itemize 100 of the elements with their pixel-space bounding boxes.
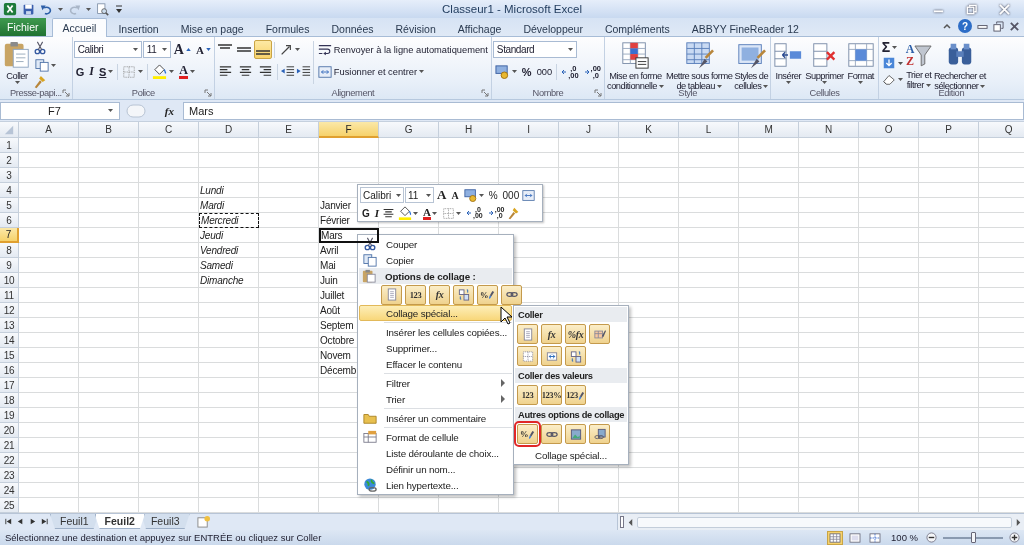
row-header[interactable]: 4 xyxy=(0,183,19,198)
column-header[interactable]: H xyxy=(439,122,499,138)
ribbon-tab[interactable]: Mise en page xyxy=(169,19,255,37)
column-header[interactable]: A xyxy=(19,122,79,138)
autosum-button[interactable]: Σ xyxy=(879,39,905,55)
shrink-font-button[interactable]: A xyxy=(193,39,213,60)
menu-item[interactable]: Insérer les cellules copiées... xyxy=(359,324,512,340)
paste-option-button[interactable]: %fx xyxy=(565,324,586,344)
paste-option-button[interactable]: 123 xyxy=(517,385,538,405)
row-header[interactable]: 5 xyxy=(0,198,19,213)
ribbon-tab[interactable]: Révision xyxy=(384,19,447,37)
paste-option-button[interactable]: 123 xyxy=(565,385,586,405)
formula-field[interactable]: Mars xyxy=(183,101,1024,120)
row-header[interactable]: 11 xyxy=(0,288,19,303)
menu-item[interactable]: Copier xyxy=(359,252,512,268)
font-name-field[interactable]: Calibri xyxy=(360,187,404,203)
row-header[interactable]: 12 xyxy=(0,303,19,318)
menu-item[interactable]: Supprimer... xyxy=(359,340,512,356)
column-header[interactable]: J xyxy=(559,122,619,138)
row-header[interactable]: 15 xyxy=(0,348,19,363)
table-format-icon[interactable] xyxy=(522,188,536,202)
row-header[interactable]: 16 xyxy=(0,363,19,378)
scroll-left-icon[interactable] xyxy=(627,517,634,527)
paste-option-button[interactable] xyxy=(565,346,586,366)
file-tab[interactable]: Fichier xyxy=(0,18,46,36)
paste-option-button[interactable]: 123% xyxy=(541,385,562,405)
paste-option-button[interactable] xyxy=(541,346,562,366)
ribbon-tab[interactable]: Affichage xyxy=(446,19,513,37)
save-icon[interactable] xyxy=(22,2,35,16)
menu-item[interactable]: Collage spécial... xyxy=(515,447,627,463)
paste-button[interactable]: Coller xyxy=(1,39,33,87)
row-header[interactable]: 10 xyxy=(0,273,19,288)
italic-button[interactable]: I xyxy=(372,204,382,222)
font-color-button[interactable]: A xyxy=(421,204,439,222)
restore-icon[interactable] xyxy=(993,20,1004,32)
conditional-format-button[interactable]: Mise en forme conditionnelle xyxy=(606,39,665,87)
paste-option-button[interactable]: fx xyxy=(429,284,450,305)
table-paintbrush-button[interactable]: Mettre sous forme de tableau xyxy=(664,39,734,87)
row-header[interactable]: 19 xyxy=(0,408,19,423)
align-center-icon[interactable] xyxy=(382,206,396,220)
font-size-field[interactable]: 11 xyxy=(142,41,171,58)
italic-button[interactable]: I xyxy=(87,61,96,82)
next-sheet-icon[interactable] xyxy=(28,517,37,526)
ribbon-tab[interactable]: ABBYY FineReader 12 xyxy=(680,19,810,37)
column-header[interactable]: D xyxy=(199,122,259,138)
row-header[interactable]: 24 xyxy=(0,483,19,498)
row-header[interactable]: 23 xyxy=(0,468,19,483)
shrink-font-button[interactable]: A xyxy=(449,186,461,204)
thousands-button[interactable]: 000 xyxy=(500,186,522,204)
increase-indent-icon[interactable] xyxy=(295,64,311,79)
fill-color-button[interactable] xyxy=(150,61,177,82)
row-header[interactable]: 14 xyxy=(0,333,19,348)
paintbrush-icon[interactable] xyxy=(507,206,521,220)
bold-button[interactable]: G xyxy=(73,61,87,82)
horizontal-scrollbar[interactable] xyxy=(617,514,1024,530)
dialog-launcher-icon[interactable] xyxy=(61,89,70,97)
sort-filter-button[interactable]: A Z Trier et filtrer xyxy=(904,39,933,87)
insert-function-button[interactable]: fx xyxy=(161,102,177,119)
row-header[interactable]: 6 xyxy=(0,213,19,228)
fill-color-button[interactable] xyxy=(396,204,421,222)
row-header[interactable]: 21 xyxy=(0,438,19,453)
percent-button[interactable]: % xyxy=(486,186,500,204)
zoom-in-icon[interactable] xyxy=(1009,532,1020,543)
split-handle-icon[interactable] xyxy=(620,516,624,528)
sheet-tab[interactable]: Feuil1 xyxy=(50,514,99,529)
insert-cells-button[interactable]: Insérer xyxy=(772,39,805,87)
paste-option-button[interactable] xyxy=(501,284,522,305)
page-break-view-button[interactable] xyxy=(867,530,884,545)
column-header[interactable]: O xyxy=(859,122,919,138)
paste-option-button[interactable] xyxy=(453,284,474,305)
column-header[interactable]: F xyxy=(319,122,379,138)
row-header[interactable]: 3 xyxy=(0,168,19,183)
row-header[interactable]: 8 xyxy=(0,243,19,258)
paste-option-button[interactable] xyxy=(589,324,610,344)
dialog-launcher-icon[interactable] xyxy=(480,88,489,97)
dialog-launcher-icon[interactable] xyxy=(203,88,212,97)
paste-option-button[interactable]: % xyxy=(517,424,538,444)
column-header[interactable]: P xyxy=(919,122,979,138)
restore-icon[interactable] xyxy=(966,3,977,15)
font-color-button[interactable]: A xyxy=(177,61,197,82)
paste-option-button[interactable]: 123 xyxy=(405,284,426,305)
dialog-launcher-icon[interactable] xyxy=(594,88,603,97)
menu-item[interactable]: Liste déroulante de choix... xyxy=(359,445,512,461)
print-preview-icon[interactable] xyxy=(96,2,109,16)
page-layout-view-button[interactable] xyxy=(847,530,864,545)
row-header[interactable]: 7 xyxy=(0,228,19,243)
ribbon-tab[interactable]: Accueil xyxy=(51,18,108,37)
menu-item[interactable]: Définir un nom... xyxy=(359,461,512,477)
underline-button[interactable]: S xyxy=(97,61,116,82)
merge-center-button[interactable]: Fusionner et centrer xyxy=(315,61,427,82)
font-size-field[interactable]: 11 xyxy=(405,187,434,203)
caret-icon[interactable] xyxy=(86,7,91,11)
row-header[interactable]: 25 xyxy=(0,498,19,513)
accounting-button[interactable] xyxy=(461,186,486,204)
number-format-field[interactable]: Standard xyxy=(492,41,577,58)
ribbon-tab[interactable]: Formules xyxy=(254,19,321,37)
first-sheet-icon[interactable] xyxy=(4,517,13,526)
menu-item[interactable]: Format de cellule xyxy=(359,429,512,445)
caret-icon[interactable] xyxy=(51,63,56,67)
normal-view-button[interactable] xyxy=(827,530,844,545)
